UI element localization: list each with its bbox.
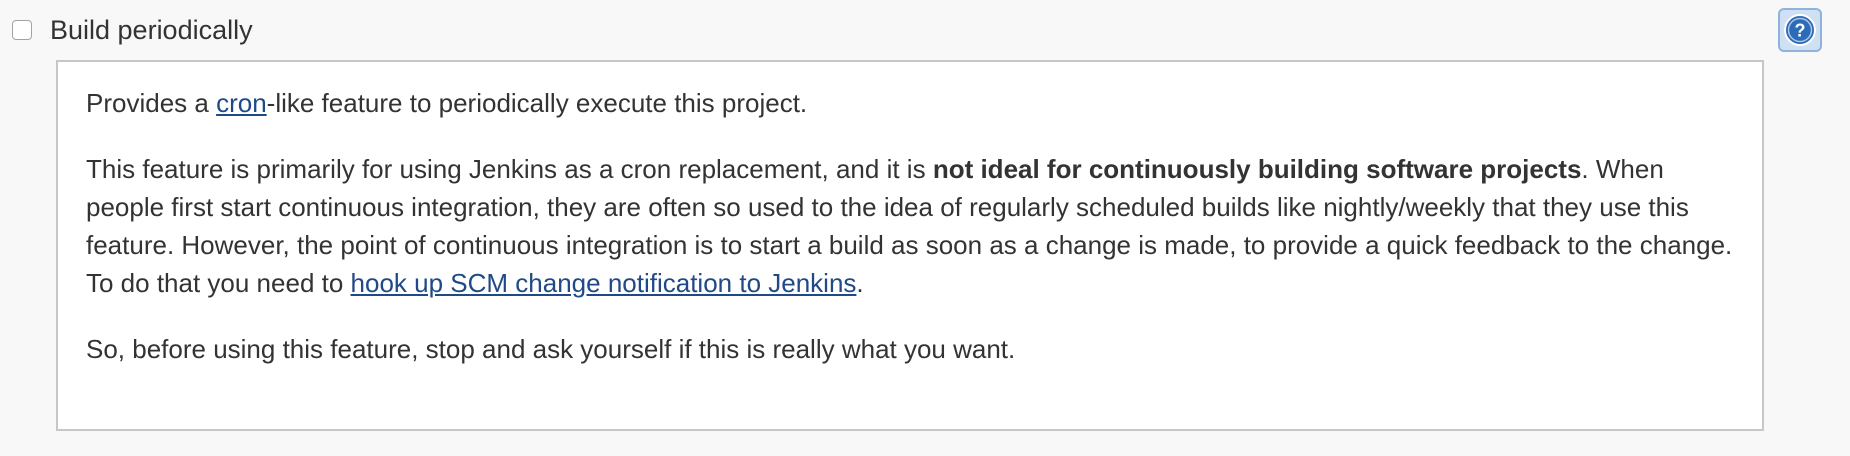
build-periodically-option: Build periodically xyxy=(12,14,253,46)
help-text: This feature is primarily for using Jenk… xyxy=(86,154,933,184)
help-emphasis: not ideal for continuously building soft… xyxy=(932,154,1582,184)
help-panel: Provides a cron-like feature to periodic… xyxy=(56,60,1764,431)
build-periodically-label[interactable]: Build periodically xyxy=(50,14,253,46)
help-paragraph-details: This feature is primarily for using Jenk… xyxy=(86,150,1734,302)
scm-notification-link[interactable]: hook up SCM change notification to Jenki… xyxy=(351,268,857,298)
help-paragraph-closing: So, before using this feature, stop and … xyxy=(86,334,1016,364)
help-button[interactable]: ? xyxy=(1778,8,1822,52)
cron-link[interactable]: cron xyxy=(216,88,267,118)
help-text: Provides a xyxy=(86,88,217,118)
help-paragraph-intro: Provides a cron-like feature to periodic… xyxy=(86,84,1734,122)
build-periodically-checkbox[interactable] xyxy=(12,20,32,40)
help-text: -like feature to periodically execute th… xyxy=(266,88,808,118)
question-circle-icon: ? xyxy=(1784,14,1816,46)
help-text: . xyxy=(856,268,864,298)
svg-text:?: ? xyxy=(1795,21,1806,41)
